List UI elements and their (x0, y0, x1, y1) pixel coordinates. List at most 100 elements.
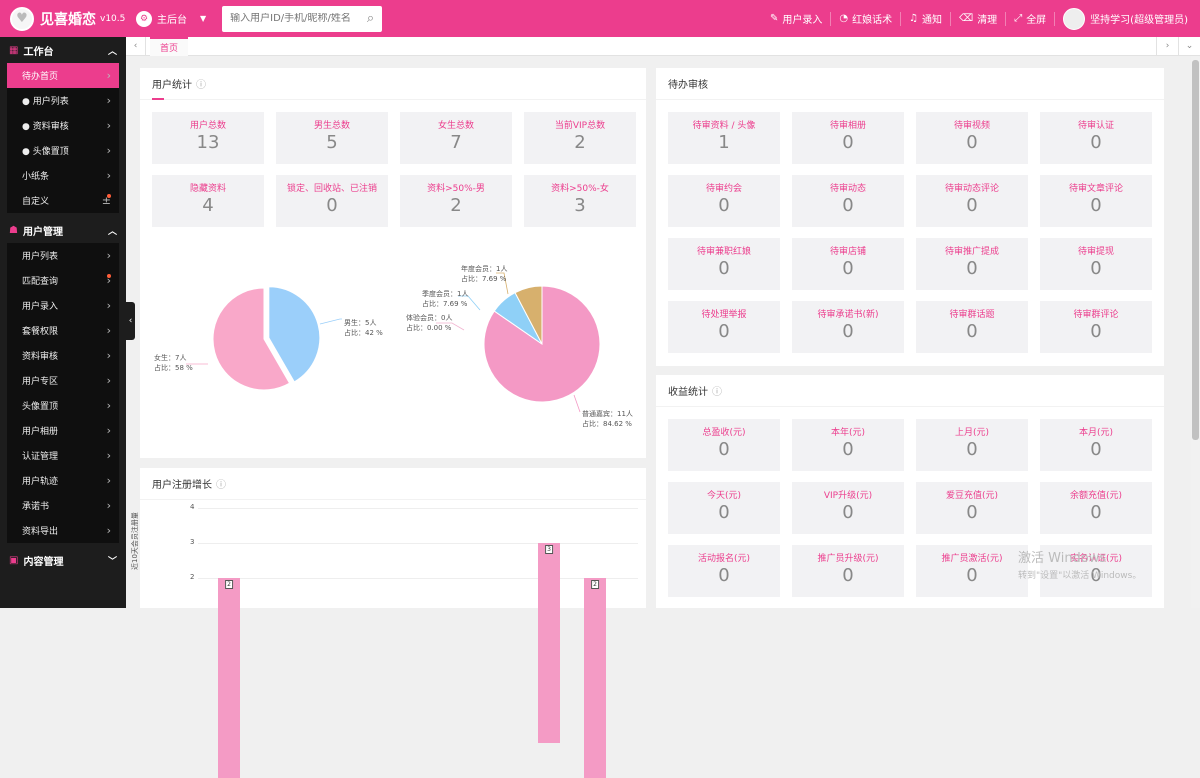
tile-label: 待审群话题 (949, 310, 995, 320)
tile-label: 总盈收(元) (702, 428, 746, 438)
sidebar-item[interactable]: ● 用户列表 › (7, 88, 119, 113)
bar[interactable]: 2 (218, 578, 240, 778)
revenue-tile[interactable]: 本年(元) 0 (792, 419, 904, 471)
sidebar-group-label: 内容管理 (23, 556, 64, 568)
sidebar-item[interactable]: 自定义 ± (7, 188, 119, 213)
pending-tile[interactable]: 待审约会 0 (668, 175, 780, 227)
info-icon[interactable]: ⓘ (712, 383, 722, 398)
user-menu[interactable]: 坚持学习(超级管理员) (1055, 7, 1200, 30)
revenue-tile[interactable]: VIP升级(元) 0 (792, 482, 904, 534)
pending-tile[interactable]: 待审视频 0 (916, 112, 1028, 164)
y-axis-label: 近10天会员注册量 (131, 512, 139, 570)
tile-label: 待审提现 (1077, 247, 1114, 257)
console-switcher[interactable]: ⚙ 主后台 ▼ (136, 10, 207, 27)
fullscreen-icon: ⤢ (1014, 13, 1023, 24)
topbar-action-4[interactable]: ⤢ 全屏 (1006, 11, 1056, 26)
revenue-tile[interactable]: 总盈收(元) 0 (668, 419, 780, 471)
sidebar-group-0[interactable]: ▦ 工作台 ︿ (0, 37, 126, 63)
sidebar-item[interactable]: 用户轨迹 › (7, 468, 119, 493)
revenue-tile[interactable]: 推广员升级(元) 0 (792, 545, 904, 597)
scrollbar-thumb[interactable] (1192, 60, 1199, 440)
sidebar-item[interactable]: 小纸条 › (7, 163, 119, 188)
registration-bar-chart: 4 3 2 近10天会员注册量 2 3 2 (131, 500, 646, 778)
search-input[interactable] (230, 13, 367, 24)
pending-tile[interactable]: 待审资料 / 头像 1 (668, 112, 780, 164)
pending-tile[interactable]: 待审群评论 0 (1040, 301, 1152, 353)
pending-tile[interactable]: 待审群话题 0 (916, 301, 1028, 353)
pie-label-line: 体验会员：0人 (406, 314, 453, 322)
sidebar-group-2[interactable]: ▣ 内容管理 ﹀ (0, 547, 126, 573)
topbar-action-3[interactable]: ⌫ 清理 (951, 11, 1007, 26)
pending-tile[interactable]: 待审店铺 0 (792, 238, 904, 290)
sidebar-item[interactable]: ● 头像置顶 › (7, 138, 119, 163)
revenue-tile[interactable]: 余额充值(元) 0 (1040, 482, 1152, 534)
tile-label: 待审兼职红娘 (696, 247, 751, 257)
sidebar-item-label: ● 资料审核 (22, 122, 69, 132)
sidebar-item[interactable]: ● 资料审核 › (7, 113, 119, 138)
tile-value: 0 (842, 439, 854, 460)
tile-label: 待审约会 (705, 184, 742, 194)
pending-review-card: 待办审核 待审资料 / 头像 1 待审相册 0 待审视频 0 待审认证 0 待审约会 0 待审动态 0… (656, 68, 1164, 366)
page-scrollbar[interactable] (1191, 56, 1200, 608)
revenue-tile[interactable]: 今天(元) 0 (668, 482, 780, 534)
tab-home[interactable]: 首页 (150, 36, 189, 56)
pending-tile[interactable]: 待审动态评论 0 (916, 175, 1028, 227)
tab-scroll-left-icon[interactable]: ‹ (126, 36, 146, 56)
sidebar-group-1[interactable]: ☗ 用户管理 ︿ (0, 217, 126, 243)
topbar-action-2[interactable]: ♫ 通知 (901, 11, 952, 26)
registration-growth-title: 用户注册增长 (152, 480, 212, 491)
tab-menu-icon[interactable]: ⌄ (1178, 36, 1200, 56)
sidebar-item-label: 头像置顶 (22, 402, 59, 412)
user-icon: ☗ (9, 224, 18, 236)
tile-label: 待处理举报 (701, 310, 747, 320)
bar[interactable]: 3 (538, 543, 560, 743)
revenue-tile[interactable]: 爱豆充值(元) 0 (916, 482, 1028, 534)
app-name: 见喜婚恋 (40, 11, 96, 28)
chevron-down-icon: ▼ (200, 14, 207, 23)
revenue-tile[interactable]: 本月(元) 0 (1040, 419, 1152, 471)
pending-tile[interactable]: 待审兼职红娘 0 (668, 238, 780, 290)
sidebar-item[interactable]: 用户录入 › (7, 293, 119, 318)
pending-tile[interactable]: 待审提现 0 (1040, 238, 1152, 290)
tile-label: 待审资料 / 头像 (692, 121, 756, 131)
sidebar-item[interactable]: 用户专区 › (7, 368, 119, 393)
topbar-action-0[interactable]: ✎ 用户录入 (762, 11, 832, 26)
topbar-action-1[interactable]: ◔ 红娘话术 (831, 11, 902, 26)
app-logo[interactable]: ♥ 见喜婚恋 v10.5 (0, 6, 126, 31)
pending-tile[interactable]: 待审文章评论 0 (1040, 175, 1152, 227)
pending-tile[interactable]: 待审相册 0 (792, 112, 904, 164)
sidebar-item[interactable]: 资料导出 › (7, 518, 119, 543)
bar[interactable]: 2 (584, 578, 606, 778)
pending-tile[interactable]: 待审动态 0 (792, 175, 904, 227)
revenue-tile[interactable]: 推广员激活(元) 0 (916, 545, 1028, 597)
revenue-tile[interactable]: 活动报名(元) 0 (668, 545, 780, 597)
search-icon[interactable]: ⌕ (367, 11, 374, 26)
sidebar-item[interactable]: 资料审核 › (7, 343, 119, 368)
pending-tile[interactable]: 待审推广提成 0 (916, 238, 1028, 290)
sidebar-item[interactable]: 头像置顶 › (7, 393, 119, 418)
sidebar-item[interactable]: 承诺书 › (7, 493, 119, 518)
sidebar-item[interactable]: 认证管理 › (7, 443, 119, 468)
chevron-right-icon: › (106, 144, 111, 157)
bar-value-label: 3 (545, 545, 553, 554)
pie-label-line: 占比：7.69 % (422, 300, 468, 308)
info-icon[interactable]: ⓘ (216, 476, 226, 491)
pending-tile[interactable]: 待审承诺书(新) 0 (792, 301, 904, 353)
console-label: 主后台 (157, 15, 187, 26)
pending-tile[interactable]: 待审认证 0 (1040, 112, 1152, 164)
pending-tile[interactable]: 待处理举报 0 (668, 301, 780, 353)
tile-label: 推广员激活(元) (941, 554, 1003, 564)
main-content: 用户统计 ⓘ 用户总数 13 男生总数 5 女生总数 7 当前VIP总数 2 隐藏资料 4 锁定、回收… (131, 56, 1188, 778)
sidebar-item[interactable]: 套餐权限 › (7, 318, 119, 343)
tab-scroll-right-icon[interactable]: › (1156, 36, 1178, 56)
sidebar-item[interactable]: 用户相册 › (7, 418, 119, 443)
sidebar-collapse-button[interactable]: ‹ (126, 302, 135, 340)
topbar-action-label: 全屏 (1026, 15, 1047, 26)
sidebar-item[interactable]: 匹配查询 › (7, 268, 119, 293)
sidebar-item[interactable]: 用户列表 › (7, 243, 119, 268)
sidebar-item-label: 用户列表 (22, 252, 59, 262)
revenue-tile[interactable]: 上月(元) 0 (916, 419, 1028, 471)
tab-bar: ‹ 首页 › ⌄ (126, 36, 1200, 56)
tile-label: 待审承诺书(新) (817, 310, 879, 320)
sidebar-item[interactable]: 待办首页 › (7, 63, 119, 88)
